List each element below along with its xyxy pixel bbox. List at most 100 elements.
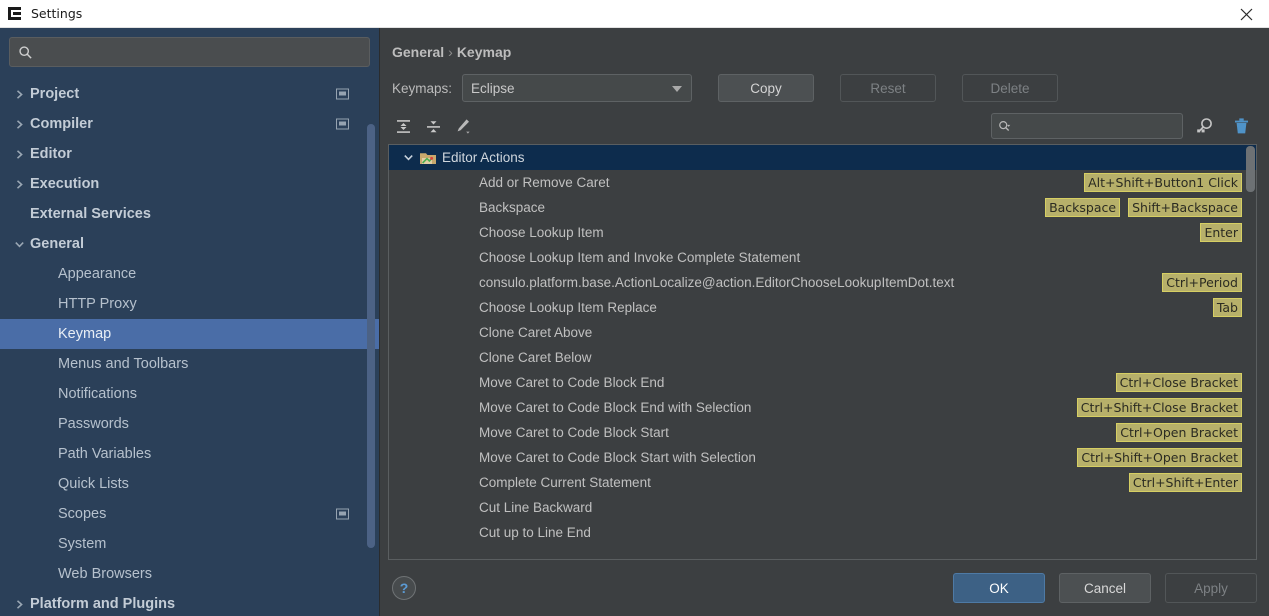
chevron-right-icon[interactable] [8,599,30,610]
sidebar-item-editor[interactable]: Editor [0,139,379,169]
sidebar-search-box[interactable] [9,37,370,67]
keymap-search-box[interactable] [991,113,1183,139]
ok-button[interactable]: OK [953,573,1045,603]
sidebar-item-system[interactable]: System [0,529,379,559]
keymap-action-row[interactable]: Clone Caret Above [389,320,1256,345]
shortcut-badge[interactable]: Ctrl+Open Bracket [1116,423,1242,442]
sidebar-item-appearance[interactable]: Appearance [0,259,379,289]
consulo-logo-icon [7,6,23,22]
shortcut-badge[interactable]: Ctrl+Shift+Close Bracket [1077,398,1242,417]
shortcut-badge[interactable]: Backspace [1045,198,1120,217]
keymap-shortcut-list: Ctrl+Shift+Close Bracket [1077,398,1256,417]
keymap-action-row[interactable]: Move Caret to Code Block Start Ctrl+Open … [389,420,1256,445]
keymap-action-label: Move Caret to Code Block Start with Sele… [397,450,756,465]
keymap-action-label: Cut Line Backward [397,500,592,515]
edit-pencil-icon[interactable] [448,113,478,139]
sidebar-item-general[interactable]: General [0,229,379,259]
keymap-action-row[interactable]: Cut up to Line End [389,520,1256,545]
shortcut-badge[interactable]: Alt+Shift+Button1 Click [1084,173,1242,192]
breadcrumb-separator: › [448,44,453,60]
keymap-action-row[interactable]: Clone Caret Below [389,345,1256,370]
keymap-action-row[interactable]: Move Caret to Code Block EndCtrl+Close B… [389,370,1256,395]
help-button[interactable]: ? [392,576,416,600]
project-scope-icon [336,89,349,100]
sidebar-item-external-services[interactable]: External Services [0,199,379,229]
keymap-select-value: Eclipse [471,81,515,96]
search-dropdown-icon[interactable] [998,119,1012,134]
keymap-action-row[interactable]: Move Caret to Code Block End with Select… [389,395,1256,420]
keymap-action-label: Backspace [397,200,545,215]
keymap-shortcut-list: Enter [1200,223,1256,242]
keymap-shortcut-list: Ctrl+Open Bracket [1116,423,1256,442]
keymap-group-row[interactable]: Editor Actions [389,145,1256,170]
sidebar-item-web-browsers[interactable]: Web Browsers [0,559,379,589]
keymap-action-label: Cut up to Line End [397,525,591,540]
sidebar-item-label: Platform and Plugins [30,596,175,612]
keymap-action-row[interactable]: Choose Lookup ItemEnter [389,220,1256,245]
keymap-action-row[interactable]: Cut Line Backward [389,495,1256,520]
copy-button[interactable]: Copy [718,74,814,102]
sidebar-item-keymap[interactable]: Keymap [0,319,379,349]
shortcut-badge[interactable]: Ctrl+Period [1162,273,1242,292]
keymap-select[interactable]: Eclipse [462,74,692,102]
sidebar-item-http-proxy[interactable]: HTTP Proxy [0,289,379,319]
sidebar-item-label: Notifications [58,386,137,402]
sidebar-item-platform-and-plugins[interactable]: Platform and Plugins [0,589,379,616]
sidebar-item-scopes[interactable]: Scopes [0,499,379,529]
chevron-right-icon[interactable] [8,89,30,100]
keymap-tree-scrollbar[interactable] [1246,146,1255,192]
sidebar-item-label: Execution [30,176,99,192]
sidebar-item-passwords[interactable]: Passwords [0,409,379,439]
keymap-action-row[interactable]: Add or Remove CaretAlt+Shift+Button1 Cli… [389,170,1256,195]
chevron-right-icon[interactable] [8,149,30,160]
shortcut-badge[interactable]: Ctrl+Shift+Open Bracket [1077,448,1242,467]
chevron-right-icon[interactable] [8,179,30,190]
keymap-action-row[interactable]: Choose Lookup Item ReplaceTab [389,295,1256,320]
find-by-shortcut-icon[interactable] [1191,113,1219,139]
sidebar-item-label: Editor [30,146,72,162]
keymap-action-row[interactable]: Move Caret to Code Block Start with Sele… [389,445,1256,470]
sidebar-scrollbar[interactable] [367,124,375,548]
expand-all-icon[interactable] [388,113,418,139]
shortcut-badge[interactable]: Ctrl+Shift+Enter [1129,473,1242,492]
sidebar-item-menus-and-toolbars[interactable]: Menus and Toolbars [0,349,379,379]
breadcrumb-current: Keymap [457,44,511,60]
window-title: Settings [31,6,82,21]
shortcut-badge[interactable]: Tab [1213,298,1242,317]
sidebar-item-project[interactable]: Project [0,79,379,109]
keymap-action-label: Move Caret to Code Block Start [397,425,669,440]
collapse-all-icon[interactable] [418,113,448,139]
shortcut-badge[interactable]: Shift+Backspace [1128,198,1242,217]
keymap-action-row[interactable]: Complete Current StatementCtrl+Shift+Ent… [389,470,1256,495]
close-icon[interactable] [1223,0,1269,28]
shortcut-badge[interactable]: Enter [1200,223,1242,242]
sidebar-item-quick-lists[interactable]: Quick Lists [0,469,379,499]
chevron-down-icon [672,86,682,92]
search-input[interactable] [39,45,361,60]
sidebar-item-label: HTTP Proxy [58,296,137,312]
trash-icon[interactable] [1227,113,1255,139]
shortcut-badge[interactable]: Ctrl+Close Bracket [1116,373,1242,392]
sidebar-item-path-variables[interactable]: Path Variables [0,439,379,469]
chevron-right-icon[interactable] [8,119,30,130]
keymap-action-label: Move Caret to Code Block End with Select… [397,400,751,415]
sidebar-search-container [0,28,379,67]
delete-button: Delete [962,74,1058,102]
keymap-action-label: Choose Lookup Item and Invoke Complete S… [397,250,800,265]
chevron-down-icon[interactable] [397,152,419,163]
sidebar-item-compiler[interactable]: Compiler [0,109,379,139]
keymap-shortcut-list: Backspace Shift+Backspace [1045,198,1256,217]
keymap-action-row[interactable]: Backspace Backspace Shift+Backspace [389,195,1256,220]
keymap-search-input[interactable] [1015,119,1176,133]
sidebar-item-notifications[interactable]: Notifications [0,379,379,409]
breadcrumb-parent[interactable]: General [392,44,444,60]
chevron-down-icon[interactable] [8,239,30,250]
sidebar-item-label: Keymap [58,326,111,342]
project-scope-icon [336,509,349,520]
keymap-shortcut-list: Ctrl+Shift+Enter [1129,473,1256,492]
sidebar-item-execution[interactable]: Execution [0,169,379,199]
keymap-action-row[interactable]: Choose Lookup Item and Invoke Complete S… [389,245,1256,270]
keymap-action-row[interactable]: consulo.platform.base.ActionLocalize@act… [389,270,1256,295]
cancel-button[interactable]: Cancel [1059,573,1151,603]
title-bar: Settings [0,0,1269,28]
